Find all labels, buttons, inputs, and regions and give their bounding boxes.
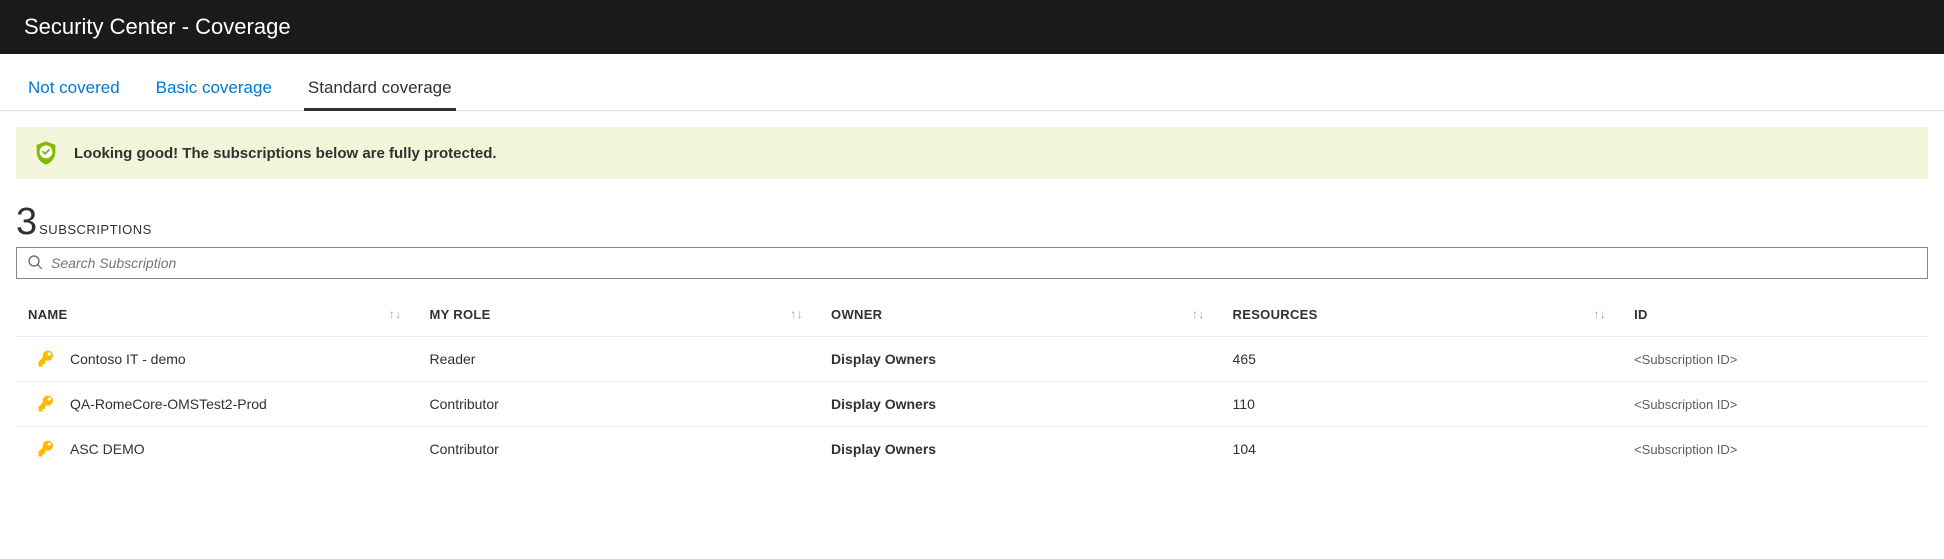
subscription-id: <Subscription ID> [1634, 352, 1737, 367]
col-header-resources-label: RESOURCES [1233, 307, 1318, 322]
table-row[interactable]: QA-RomeCore-OMSTest2-Prod Contributor Di… [16, 382, 1928, 427]
search-icon [27, 254, 43, 273]
col-header-owner[interactable]: OWNER ↑↓ [819, 297, 1221, 337]
key-icon [36, 394, 56, 414]
sort-icon: ↑↓ [389, 307, 402, 321]
col-header-name-label: NAME [28, 307, 67, 322]
subscription-name: ASC DEMO [70, 441, 145, 457]
table-row[interactable]: Contoso IT - demo Reader Display Owners … [16, 337, 1928, 382]
col-header-name[interactable]: NAME ↑↓ [16, 297, 418, 337]
key-icon [36, 439, 56, 459]
status-banner: Looking good! The subscriptions below ar… [16, 127, 1928, 179]
subscription-name: Contoso IT - demo [70, 351, 186, 367]
subscriptions-table: NAME ↑↓ MY ROLE ↑↓ OWNER ↑↓ RESOURCES ↑↓ [16, 297, 1928, 471]
search-bar[interactable] [16, 247, 1928, 279]
tab-bar: Not covered Basic coverage Standard cove… [0, 68, 1944, 111]
display-owners-link[interactable]: Display Owners [831, 441, 936, 457]
subscription-id: <Subscription ID> [1634, 397, 1737, 412]
role-cell: Reader [418, 337, 820, 382]
sort-icon: ↑↓ [790, 307, 803, 321]
key-icon [36, 349, 56, 369]
tab-standard-coverage[interactable]: Standard coverage [304, 68, 456, 111]
col-header-resources[interactable]: RESOURCES ↑↓ [1221, 297, 1623, 337]
col-header-id[interactable]: ID [1622, 297, 1928, 337]
sort-icon: ↑↓ [1192, 307, 1205, 321]
banner-text: Looking good! The subscriptions below ar… [74, 145, 497, 162]
count-label: SUBSCRIPTIONS [39, 222, 152, 237]
resources-cell: 104 [1221, 427, 1623, 472]
search-input[interactable] [43, 249, 1917, 277]
role-cell: Contributor [418, 427, 820, 472]
count-value: 3 [16, 203, 37, 241]
sort-icon: ↑↓ [1593, 307, 1606, 321]
subscription-name: QA-RomeCore-OMSTest2-Prod [70, 396, 267, 412]
table-row[interactable]: ASC DEMO Contributor Display Owners 104 … [16, 427, 1928, 472]
resources-cell: 465 [1221, 337, 1623, 382]
tab-basic-coverage[interactable]: Basic coverage [152, 68, 276, 111]
page-title: Security Center - Coverage [0, 0, 1944, 54]
display-owners-link[interactable]: Display Owners [831, 351, 936, 367]
resources-cell: 110 [1221, 382, 1623, 427]
role-cell: Contributor [418, 382, 820, 427]
subscription-count: 3 SUBSCRIPTIONS [0, 179, 1944, 247]
col-header-role-label: MY ROLE [430, 307, 491, 322]
tab-not-covered[interactable]: Not covered [24, 68, 124, 111]
col-header-owner-label: OWNER [831, 307, 882, 322]
shield-check-icon [32, 139, 60, 167]
display-owners-link[interactable]: Display Owners [831, 396, 936, 412]
col-header-role[interactable]: MY ROLE ↑↓ [418, 297, 820, 337]
subscription-id: <Subscription ID> [1634, 442, 1737, 457]
col-header-id-label: ID [1634, 307, 1648, 322]
